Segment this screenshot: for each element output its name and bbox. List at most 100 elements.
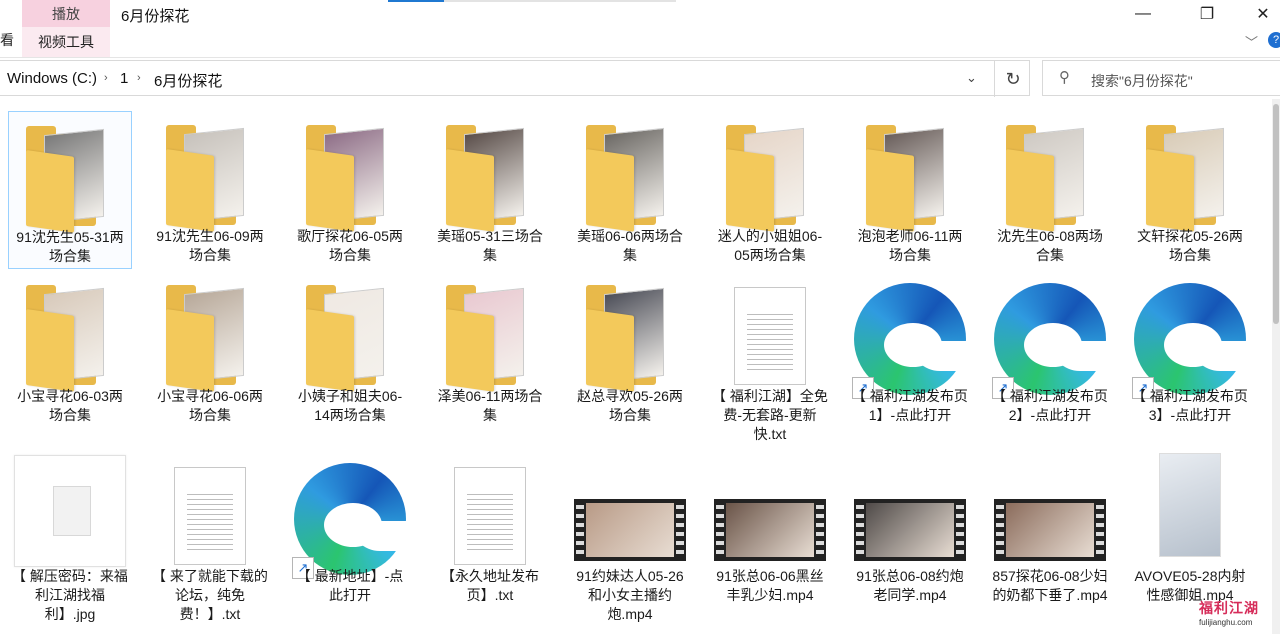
file-name: 91沈先生06-09两场合集	[156, 228, 264, 263]
breadcrumb-folder-1[interactable]: 1	[120, 70, 128, 87]
file-name: 文轩探花05-26两场合集	[1137, 228, 1243, 263]
text-file-icon	[734, 287, 806, 385]
file-item[interactable]: 857探花06-08少妇的奶都下垂了.mp4	[988, 451, 1112, 609]
close-button[interactable]: ✕	[1240, 0, 1280, 28]
file-item[interactable]: 沈先生06-08两场合集	[988, 111, 1112, 269]
file-item[interactable]: 泡泡老师06-11两场合集	[848, 111, 972, 269]
file-item[interactable]: 迷人的小姐姐06-05两场合集	[708, 111, 832, 269]
file-item[interactable]: 小姨子和姐夫06-14两场合集	[288, 271, 412, 429]
file-item[interactable]: 【 解压密码：来福利江湖找福利】.jpg	[8, 451, 132, 622]
image-file-icon	[14, 455, 126, 567]
folder-icon	[26, 285, 114, 392]
text-file-icon	[454, 467, 526, 565]
file-name: 小宝寻花06-03两场合集	[17, 388, 123, 423]
folder-icon	[726, 125, 814, 232]
file-item[interactable]: ↗ 【 福利江湖发布页3】-点此打开	[1128, 271, 1252, 429]
help-icon[interactable]: ?	[1268, 32, 1280, 48]
file-name: 91沈先生05-31两场合集	[16, 229, 124, 264]
address-bar[interactable]: Windows (C:) › 1 › 6月份探花 ⌄ ↻	[0, 60, 1031, 97]
file-name: 赵总寻欢05-26两场合集	[577, 388, 683, 423]
chevron-down-icon[interactable]: ﹀	[1245, 32, 1258, 51]
video-thumbnail	[854, 499, 966, 561]
file-name: 泡泡老师06-11两场合集	[857, 228, 963, 263]
file-item[interactable]: 91约妹达人05-26和小女主播约炮.mp4	[568, 451, 692, 622]
file-name: 沈先生06-08两场合集	[997, 228, 1103, 263]
folder-icon	[166, 285, 254, 392]
file-name: 美瑶05-31三场合集	[437, 228, 543, 263]
refresh-button[interactable]: ↻	[994, 61, 1031, 97]
file-item[interactable]: 泽美06-11两场合集	[428, 271, 552, 429]
folder-icon	[1006, 125, 1094, 232]
file-item[interactable]: ↗ 【 福利江湖发布页2】-点此打开	[988, 271, 1112, 429]
file-name: 【 福利江湖】全免费-无套路-更新快.txt	[712, 388, 828, 442]
scrollbar-thumb[interactable]	[1273, 104, 1279, 324]
search-icon: ⚲	[1059, 69, 1070, 86]
edge-shortcut-icon: ↗	[292, 463, 408, 579]
file-name: 小姨子和姐夫06-14两场合集	[297, 388, 403, 423]
watermark-brand: 福利江湖	[1199, 600, 1259, 616]
title-accent	[388, 0, 444, 2]
file-item[interactable]: 91张总06-06黑丝丰乳少妇.mp4	[708, 451, 832, 609]
file-name: 【 福利江湖发布页2】-点此打开	[992, 388, 1108, 423]
file-item[interactable]: ↗ 【 最新地址】-点此打开	[288, 451, 412, 609]
text-file-icon	[174, 467, 246, 565]
file-item[interactable]: 文轩探花05-26两场合集	[1128, 111, 1252, 269]
file-item[interactable]: 91张总06-08约炮老同学.mp4	[848, 451, 972, 609]
file-item[interactable]: 91沈先生05-31两场合集	[8, 111, 132, 269]
tab-video-tools[interactable]: 视频工具	[22, 27, 110, 57]
file-item[interactable]: 小宝寻花06-03两场合集	[8, 271, 132, 429]
file-name: 【 福利江湖发布页3】-点此打开	[1132, 388, 1248, 423]
file-name: 【 来了就能下载的论坛，纯免费！】.txt	[152, 568, 268, 622]
file-name: 【永久地址发布页】.txt	[441, 568, 539, 603]
folder-icon	[586, 285, 674, 392]
chevron-right-icon[interactable]: ›	[137, 72, 141, 84]
file-name: 【 解压密码：来福利江湖找福利】.jpg	[12, 568, 128, 622]
file-list: 91沈先生05-31两场合集 91沈先生06-09两场合集 歌厅探花06-05两场合…	[0, 99, 1272, 634]
video-thumbnail	[574, 499, 686, 561]
folder-icon	[306, 285, 394, 392]
tab-view[interactable]: 看	[0, 30, 14, 50]
folder-icon	[446, 285, 534, 392]
context-tab-play[interactable]: 播放	[22, 0, 110, 27]
file-name: 歌厅探花06-05两场合集	[297, 228, 403, 263]
address-dropdown-icon[interactable]: ⌄	[966, 70, 977, 86]
edge-shortcut-icon: ↗	[992, 283, 1108, 399]
title-bar: 播放 视频工具 看 6月份探花 — ❐ ✕ ﹀ ?	[0, 0, 1280, 57]
ribbon-divider	[0, 57, 1280, 58]
edge-shortcut-icon: ↗	[1132, 283, 1248, 399]
file-name: 泽美06-11两场合集	[437, 388, 543, 423]
file-item[interactable]: 赵总寻欢05-26两场合集	[568, 271, 692, 429]
search-input[interactable]: ⚲ 搜索"6月份探花"	[1042, 60, 1280, 96]
file-item[interactable]: 歌厅探花06-05两场合集	[288, 111, 412, 269]
minimize-button[interactable]: —	[1120, 0, 1166, 28]
file-item[interactable]: 91沈先生06-09两场合集	[148, 111, 272, 269]
file-item[interactable]: 【 福利江湖】全免费-无套路-更新快.txt	[708, 271, 832, 442]
file-name: 91张总06-06黑丝丰乳少妇.mp4	[716, 568, 824, 603]
folder-icon	[306, 125, 394, 232]
breadcrumb-current[interactable]: 6月份探花	[154, 70, 222, 91]
file-item[interactable]: 美瑶06-06两场合集	[568, 111, 692, 269]
file-name: 857探花06-08少妇的奶都下垂了.mp4	[992, 568, 1108, 603]
file-item[interactable]: 小宝寻花06-06两场合集	[148, 271, 272, 429]
file-item[interactable]: 【 来了就能下载的论坛，纯免费！】.txt	[148, 451, 272, 622]
breadcrumb-drive[interactable]: Windows (C:)	[7, 70, 97, 87]
window-title: 6月份探花	[121, 8, 190, 25]
file-item[interactable]: ↗ 【 福利江湖发布页1】-点此打开	[848, 271, 972, 429]
folder-icon	[446, 125, 534, 232]
file-name: 91约妹达人05-26和小女主播约炮.mp4	[576, 568, 684, 622]
chevron-right-icon[interactable]: ›	[104, 72, 108, 84]
file-name: 美瑶06-06两场合集	[577, 228, 683, 263]
address-row: Windows (C:) › 1 › 6月份探花 ⌄ ↻ ⚲ 搜索"6月份探花"	[0, 60, 1280, 98]
video-thumbnail	[994, 499, 1106, 561]
file-item[interactable]: 美瑶05-31三场合集	[428, 111, 552, 269]
folder-icon	[166, 125, 254, 232]
folder-icon	[26, 126, 114, 233]
file-name: 【 最新地址】-点此打开	[296, 568, 404, 603]
maximize-button[interactable]: ❐	[1184, 0, 1230, 28]
watermark-logo: 福利江湖 fulijianghu.com	[1199, 598, 1275, 628]
file-item[interactable]: AVOVE05-28内射性感御姐.mp4	[1128, 451, 1252, 609]
search-placeholder: 搜索"6月份探花"	[1091, 73, 1193, 89]
watermark-url: fulijianghu.com	[1199, 618, 1253, 627]
file-name: 迷人的小姐姐06-05两场合集	[717, 228, 823, 263]
file-item[interactable]: 【永久地址发布页】.txt	[428, 451, 552, 609]
